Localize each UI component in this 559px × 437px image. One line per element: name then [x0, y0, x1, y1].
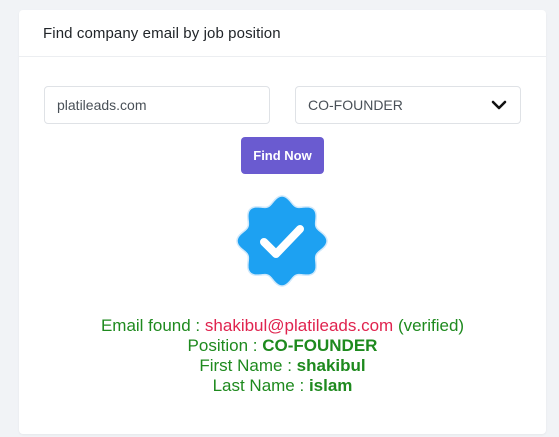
email-label: Email found :: [100, 316, 201, 335]
email-value: shakibul@platileads.com: [204, 316, 394, 335]
verified-badge-icon: [235, 194, 329, 288]
position-select[interactable]: CO-FOUNDER: [295, 86, 521, 124]
domain-input[interactable]: [44, 86, 270, 124]
position-label: Position :: [187, 336, 258, 355]
first-name-line: First Name : shakibul: [19, 356, 546, 376]
position-line: Position : CO-FOUNDER: [19, 336, 546, 356]
find-now-button[interactable]: Find Now: [241, 137, 324, 174]
first-name-value: shakibul: [296, 356, 366, 375]
email-line: Email found : shakibul@platileads.com (v…: [19, 316, 546, 336]
position-value: CO-FOUNDER: [262, 336, 378, 355]
card-title: Find company email by job position: [43, 24, 281, 42]
result-block: Email found : shakibul@platileads.com (v…: [19, 316, 546, 396]
email-status: (verified): [397, 316, 465, 335]
card-header: Find company email by job position: [19, 10, 546, 57]
first-name-label: First Name :: [199, 356, 292, 375]
chevron-down-icon: [490, 99, 508, 111]
last-name-line: Last Name : islam: [19, 376, 546, 396]
position-select-value: CO-FOUNDER: [308, 97, 403, 113]
last-name-value: islam: [308, 376, 353, 395]
email-finder-card: Find company email by job position CO-FO…: [19, 10, 546, 434]
last-name-label: Last Name :: [212, 376, 305, 395]
